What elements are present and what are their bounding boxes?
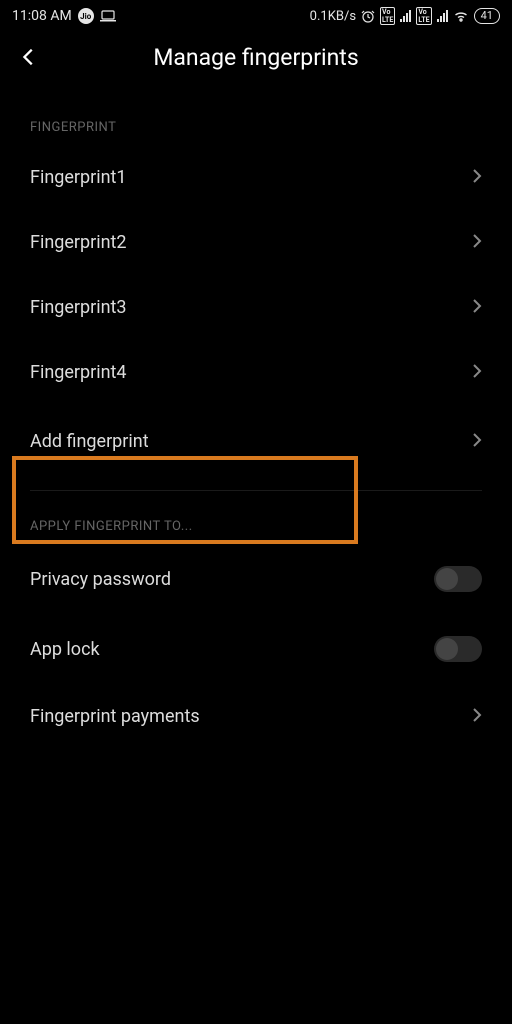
status-data-rate: 0.1KB/s: [310, 9, 356, 24]
chevron-right-icon: [472, 233, 482, 253]
status-right: 0.1KB/s VoLTE VoLTE 41: [310, 7, 500, 25]
signal-icon: [400, 10, 411, 22]
status-left: 11:08 AM Jio: [12, 8, 116, 24]
app-lock-item[interactable]: App lock: [0, 614, 512, 684]
laptop-icon: [100, 10, 116, 22]
fingerprint-item[interactable]: Fingerprint3: [0, 275, 512, 340]
carrier-jio-icon: Jio: [78, 8, 94, 24]
fingerprint-item[interactable]: Fingerprint1: [0, 145, 512, 210]
battery-icon: 41: [474, 8, 500, 24]
app-lock-toggle[interactable]: [434, 636, 482, 662]
add-fingerprint-button[interactable]: Add fingerprint: [0, 405, 512, 478]
section-header-fingerprint: FINGERPRINT: [0, 92, 512, 145]
fingerprint-label: Fingerprint3: [30, 297, 127, 318]
privacy-password-item[interactable]: Privacy password: [0, 544, 512, 614]
chevron-right-icon: [472, 432, 482, 452]
fingerprint-label: Fingerprint4: [30, 362, 127, 383]
signal-icon: [437, 10, 448, 22]
status-time: 11:08 AM: [12, 8, 72, 24]
fingerprint-payments-label: Fingerprint payments: [30, 706, 200, 727]
fingerprint-label: Fingerprint1: [30, 167, 127, 188]
status-bar: 11:08 AM Jio 0.1KB/s VoLTE VoLTE 41: [0, 0, 512, 28]
chevron-right-icon: [472, 298, 482, 318]
privacy-password-label: Privacy password: [30, 569, 171, 590]
fingerprint-item[interactable]: Fingerprint4: [0, 340, 512, 405]
section-header-apply: APPLY FINGERPRINT TO...: [0, 491, 512, 544]
fingerprint-item[interactable]: Fingerprint2: [0, 210, 512, 275]
fingerprint-payments-item[interactable]: Fingerprint payments: [0, 684, 512, 749]
app-lock-label: App lock: [30, 639, 100, 660]
add-fingerprint-label: Add fingerprint: [30, 431, 149, 452]
volte-icon: VoLTE: [380, 7, 395, 25]
privacy-password-toggle[interactable]: [434, 566, 482, 592]
back-button[interactable]: [12, 40, 46, 74]
alarm-icon: [361, 9, 375, 23]
chevron-right-icon: [472, 168, 482, 188]
chevron-right-icon: [472, 363, 482, 383]
volte-icon: VoLTE: [416, 7, 431, 25]
fingerprint-label: Fingerprint2: [30, 232, 127, 253]
wifi-icon: [453, 10, 469, 22]
page-title: Manage fingerprints: [0, 44, 512, 71]
chevron-right-icon: [472, 707, 482, 727]
page-header: Manage fingerprints: [0, 28, 512, 92]
